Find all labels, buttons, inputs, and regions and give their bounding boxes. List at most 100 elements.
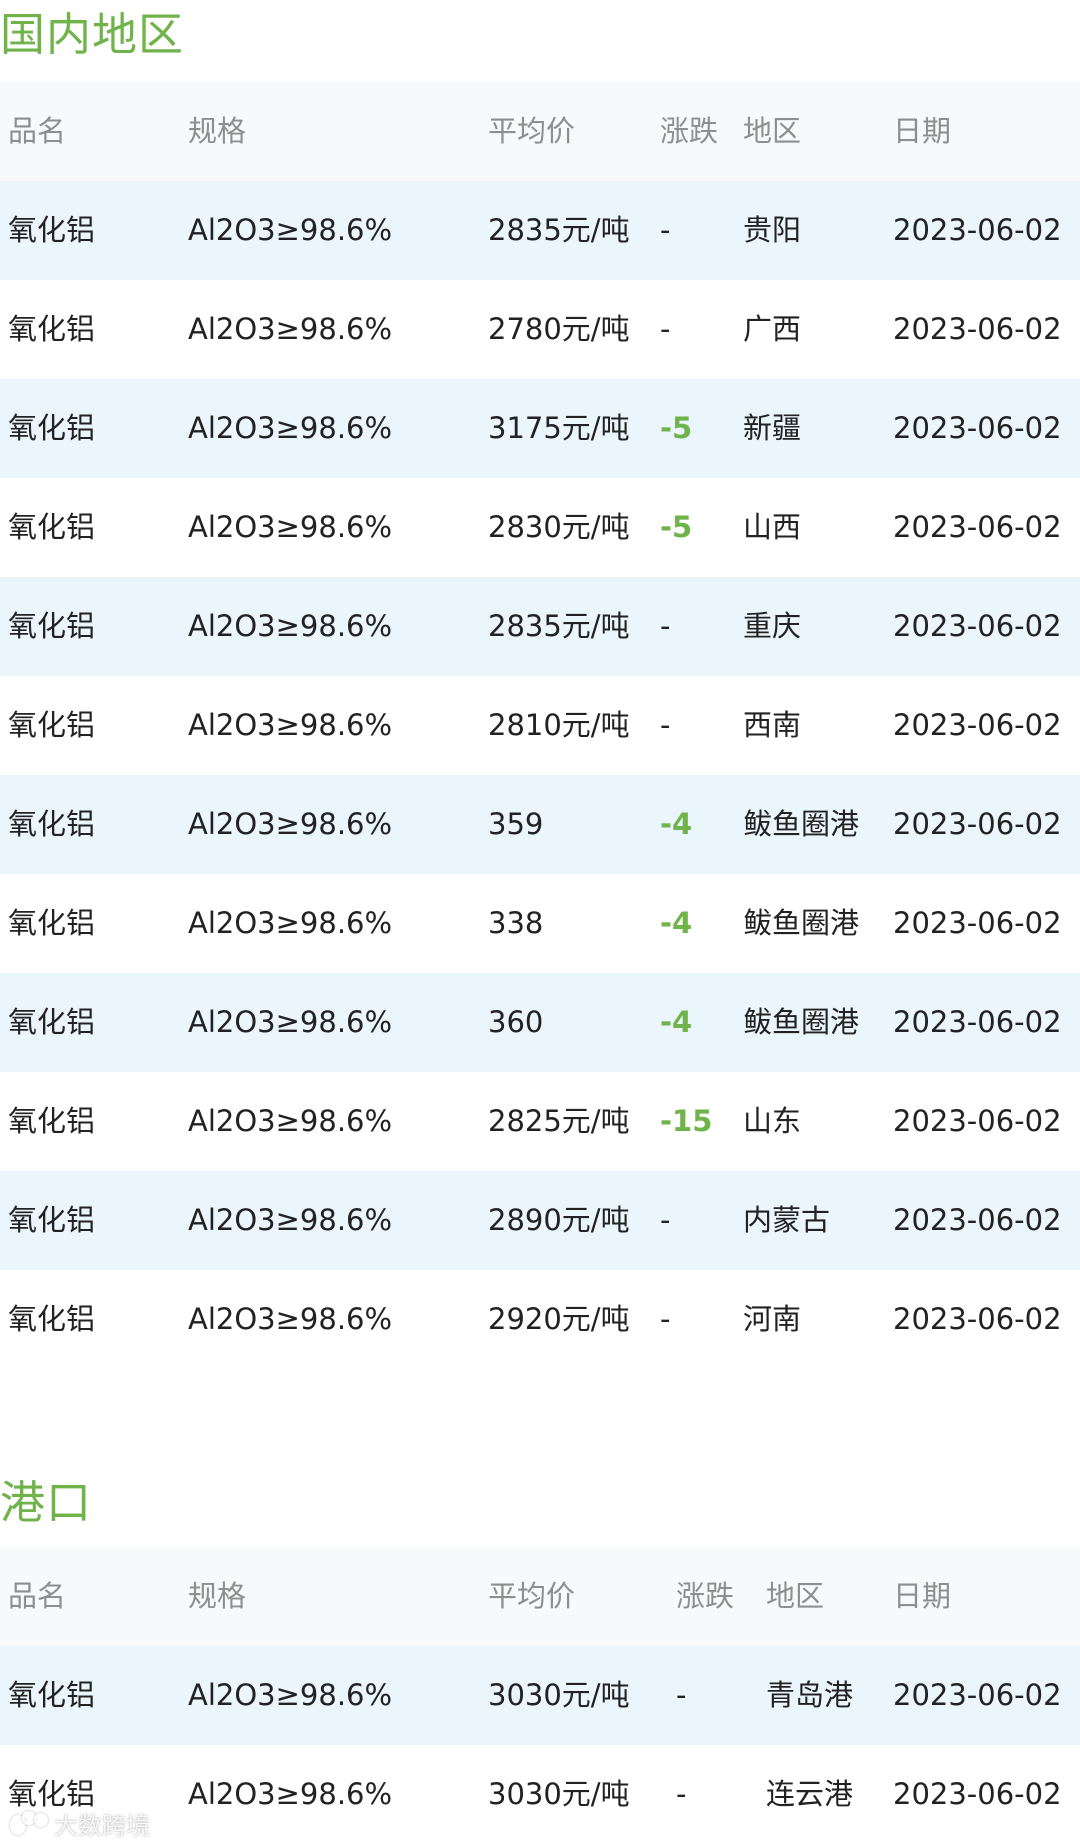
spec-cell: Al2O3≥98.6% [188, 609, 393, 643]
header-change: 涨跌 [660, 114, 719, 148]
header-price: 平均价 [488, 114, 576, 148]
spec-cell: Al2O3≥98.6% [188, 510, 393, 544]
price-cell: 2890元/吨 [488, 1203, 630, 1237]
region-cell: 内蒙古 [743, 1203, 831, 1237]
change-cell: -4 [660, 1005, 693, 1039]
region-cell: 山西 [743, 510, 802, 544]
header-change: 涨跌 [676, 1579, 735, 1613]
price-cell: 2780元/吨 [488, 312, 630, 346]
product-name-cell: 氧化铝 [8, 1104, 96, 1138]
product-name-cell: 氧化铝 [8, 411, 96, 445]
date-cell: 2023-06-02 [893, 1678, 1062, 1712]
table-row: 氧化铝 Al2O3≥98.6% 2810元/吨 - 西南 2023-06-02 [0, 676, 1080, 775]
spec-cell: Al2O3≥98.6% [188, 213, 393, 247]
domestic-table-body: 氧化铝 Al2O3≥98.6% 2835元/吨 - 贵阳 2023-06-02 氧化铝 Al2… [0, 181, 1080, 1369]
spec-cell: Al2O3≥98.6% [188, 1104, 393, 1138]
change-cell: -15 [660, 1104, 713, 1138]
table-row: 氧化铝 Al2O3≥98.6% 2835元/吨 - 贵阳 2023-06-02 [0, 181, 1080, 280]
table-row: 氧化铝 Al2O3≥98.6% 2825元/吨 -15 山东 2023-06-02 [0, 1072, 1080, 1171]
region-cell: 重庆 [743, 609, 802, 643]
spec-cell: Al2O3≥98.6% [188, 1678, 393, 1712]
price-cell: 3175元/吨 [488, 411, 630, 445]
change-cell: - [660, 312, 671, 346]
table-row: 氧化铝 Al2O3≥98.6% 360 -4 鲅鱼圈港 2023-06-02 [0, 973, 1080, 1072]
product-name-cell: 氧化铝 [8, 510, 96, 544]
header-date: 日期 [893, 1579, 952, 1613]
date-cell: 2023-06-02 [893, 1203, 1062, 1237]
table-row: 氧化铝 Al2O3≥98.6% 2780元/吨 - 广西 2023-06-02 [0, 280, 1080, 379]
table-row: 氧化铝 Al2O3≥98.6% 3030元/吨 - 青岛港 2023-06-02 [0, 1646, 1080, 1745]
date-cell: 2023-06-02 [893, 510, 1062, 544]
change-cell: - [660, 213, 671, 247]
change-cell: - [660, 708, 671, 742]
region-cell: 青岛港 [766, 1678, 854, 1712]
price-cell: 2835元/吨 [488, 213, 630, 247]
region-cell: 新疆 [743, 411, 802, 445]
product-name-cell: 氧化铝 [8, 807, 96, 841]
change-cell: - [660, 1302, 671, 1336]
price-cell: 2920元/吨 [488, 1302, 630, 1336]
table-row: 氧化铝 Al2O3≥98.6% 2835元/吨 - 重庆 2023-06-02 [0, 577, 1080, 676]
product-name-cell: 氧化铝 [8, 213, 96, 247]
region-cell: 鲅鱼圈港 [743, 1005, 860, 1039]
header-region: 地区 [743, 114, 802, 148]
section-title-port: 港口 [0, 1476, 93, 1529]
header-spec: 规格 [188, 114, 247, 148]
section-title-domestic: 国内地区 [0, 8, 185, 61]
port-table-body: 氧化铝 Al2O3≥98.6% 3030元/吨 - 青岛港 2023-06-02 氧化铝 Al… [0, 1646, 1080, 1844]
price-cell: 359 [488, 807, 544, 841]
region-cell: 河南 [743, 1302, 802, 1336]
table-row: 氧化铝 Al2O3≥98.6% 2830元/吨 -5 山西 2023-06-02 [0, 478, 1080, 577]
date-cell: 2023-06-02 [893, 1005, 1062, 1039]
domestic-price-table: 品名 规格 平均价 涨跌 地区 日期 氧化铝 Al2O3≥98.6% 2835元/吨… [0, 82, 1080, 1369]
table-header-row: 品名 规格 平均价 涨跌 地区 日期 [0, 82, 1080, 181]
region-cell: 鲅鱼圈港 [743, 906, 860, 940]
product-name-cell: 氧化铝 [8, 1005, 96, 1039]
date-cell: 2023-06-02 [893, 807, 1062, 841]
price-cell: 360 [488, 1005, 544, 1039]
spec-cell: Al2O3≥98.6% [188, 807, 393, 841]
price-cell: 2830元/吨 [488, 510, 630, 544]
price-cell: 2810元/吨 [488, 708, 630, 742]
product-name-cell: 氧化铝 [8, 1302, 96, 1336]
table-row: 氧化铝 Al2O3≥98.6% 338 -4 鲅鱼圈港 2023-06-02 [0, 874, 1080, 973]
product-name-cell: 氧化铝 [8, 1203, 96, 1237]
date-cell: 2023-06-02 [893, 213, 1062, 247]
date-cell: 2023-06-02 [893, 1302, 1062, 1336]
header-name: 品名 [8, 114, 67, 148]
header-spec: 规格 [188, 1579, 247, 1613]
price-cell: 3030元/吨 [488, 1777, 630, 1811]
spec-cell: Al2O3≥98.6% [188, 1777, 393, 1811]
price-cell: 338 [488, 906, 544, 940]
table-row: 氧化铝 Al2O3≥98.6% 2920元/吨 - 河南 2023-06-02 [0, 1270, 1080, 1369]
change-cell: - [676, 1678, 687, 1712]
change-cell: -4 [660, 807, 693, 841]
table-row: 氧化铝 Al2O3≥98.6% 359 -4 鲅鱼圈港 2023-06-02 [0, 775, 1080, 874]
header-name: 品名 [8, 1579, 67, 1613]
spec-cell: Al2O3≥98.6% [188, 312, 393, 346]
port-price-table: 品名 规格 平均价 涨跌 地区 日期 氧化铝 Al2O3≥98.6% 3030元/吨… [0, 1547, 1080, 1844]
region-cell: 贵阳 [743, 213, 802, 247]
table-row: 氧化铝 Al2O3≥98.6% 3030元/吨 - 连云港 2023-06-02 [0, 1745, 1080, 1844]
change-cell: - [676, 1777, 687, 1811]
spec-cell: Al2O3≥98.6% [188, 906, 393, 940]
date-cell: 2023-06-02 [893, 708, 1062, 742]
price-cell: 3030元/吨 [488, 1678, 630, 1712]
product-name-cell: 氧化铝 [8, 708, 96, 742]
product-name-cell: 氧化铝 [8, 312, 96, 346]
watermark-logo-icon [10, 1810, 48, 1837]
region-cell: 连云港 [766, 1777, 854, 1811]
region-cell: 山东 [743, 1104, 802, 1138]
product-name-cell: 氧化铝 [8, 609, 96, 643]
price-cell: 2835元/吨 [488, 609, 630, 643]
change-cell: - [660, 1203, 671, 1237]
change-cell: - [660, 609, 671, 643]
date-cell: 2023-06-02 [893, 906, 1062, 940]
date-cell: 2023-06-02 [893, 609, 1062, 643]
spec-cell: Al2O3≥98.6% [188, 1302, 393, 1336]
date-cell: 2023-06-02 [893, 1104, 1062, 1138]
region-cell: 西南 [743, 708, 802, 742]
table-header-row: 品名 规格 平均价 涨跌 地区 日期 [0, 1547, 1080, 1646]
header-date: 日期 [893, 114, 952, 148]
spec-cell: Al2O3≥98.6% [188, 1203, 393, 1237]
